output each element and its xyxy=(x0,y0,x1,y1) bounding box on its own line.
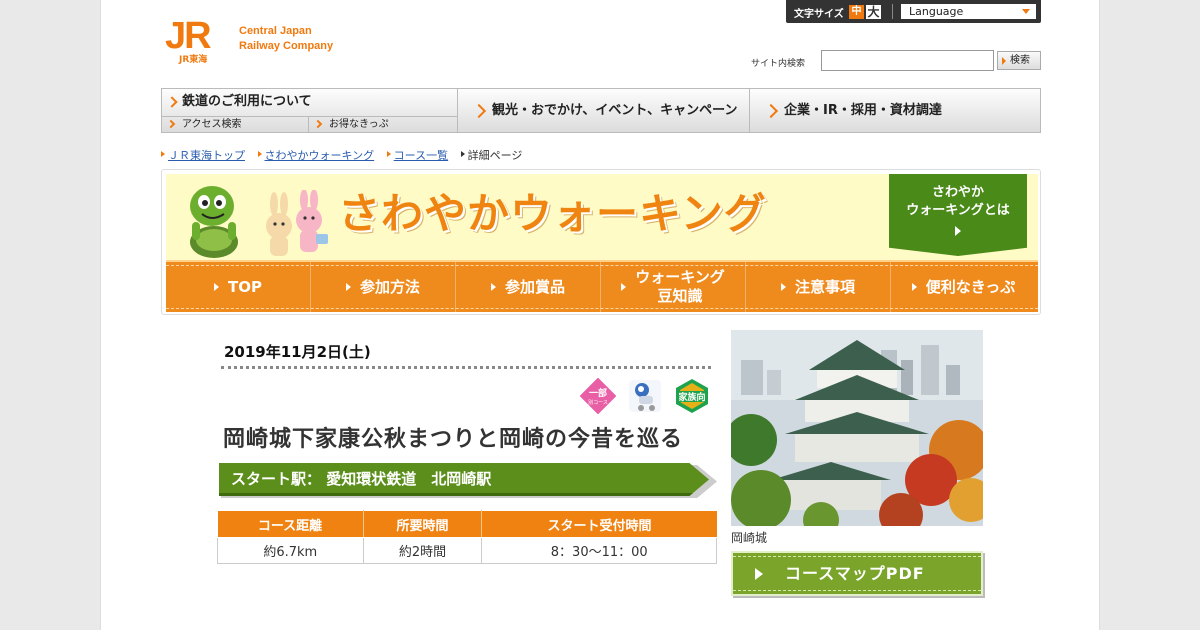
course-title: 岡崎城下家康公秋まつりと岡崎の今昔を巡る xyxy=(223,427,684,452)
dotted-divider xyxy=(221,366,711,369)
jr-central-logo[interactable]: JR JR東海 Central Japan Railway Company xyxy=(165,16,355,66)
tab-tickets[interactable]: 便利なきっぷ xyxy=(891,262,1036,312)
utility-divider xyxy=(892,4,893,19)
jr-logo-mark: JR xyxy=(165,15,212,57)
arrow-right-icon xyxy=(214,283,219,291)
search-button[interactable]: 検索 xyxy=(997,51,1041,70)
about-walking-button[interactable]: さわやか ウォーキングとは xyxy=(889,174,1027,256)
font-size-large-button[interactable]: 大 xyxy=(866,5,881,19)
font-size-medium-button[interactable]: 中 xyxy=(849,5,864,19)
tab-walking-tips-line2: 豆知識 xyxy=(657,287,703,305)
nav-tourism-events[interactable]: 観光・おでかけ、イベント、キャンペーン xyxy=(458,89,750,132)
nav-corporate[interactable]: 企業・IR・採用・資材調達 xyxy=(750,89,1040,132)
about-walking-line2: ウォーキングとは xyxy=(906,203,1010,218)
family-badge-icon: 家族向 xyxy=(676,379,708,413)
nav-railway-usage[interactable]: 鉄道のご利用について xyxy=(162,89,458,117)
breadcrumb-current: 詳細ページ xyxy=(460,147,522,163)
rabbit-mascots-icon xyxy=(266,190,328,256)
breadcrumb-jr-top[interactable]: ＪＲ東海トップ xyxy=(161,147,245,163)
tab-prizes[interactable]: 参加賞品 xyxy=(456,262,601,312)
header-duration: 所要時間 xyxy=(363,510,483,538)
course-map-pdf-button[interactable]: コースマップPDF xyxy=(731,551,983,596)
header-distance: コース距離 xyxy=(217,510,364,538)
breadcrumb-walking[interactable]: さわやかウォーキング xyxy=(257,147,374,163)
site-search-input[interactable] xyxy=(821,50,994,71)
page-container: JR JR東海 Central Japan Railway Company 文字… xyxy=(100,0,1100,630)
jr-tokai-label: JR東海 xyxy=(179,55,208,65)
company-name-line2: Railway Company xyxy=(239,40,334,52)
nav-access-search[interactable]: アクセス検索 xyxy=(162,117,309,133)
table-row: 約6.7km 約2時間 8：30～11：00 xyxy=(217,537,717,564)
table-header-row: コース距離 所要時間 スタート受付時間 xyxy=(217,510,717,538)
font-size-label: 文字サイズ xyxy=(794,9,844,20)
nav-discount-tickets[interactable]: お得なきっぷ xyxy=(309,117,458,133)
course-info-table: コース距離 所要時間 スタート受付時間 約6.7km 約2時間 8：30～11：… xyxy=(217,510,717,564)
global-nav: 鉄道のご利用について アクセス検索 お得なきっぷ 観光・おでかけ、イベント、キャ… xyxy=(161,88,1041,133)
turtle-mascot-icon xyxy=(190,186,238,258)
family-badge-label: 家族向 xyxy=(678,391,705,403)
cell-start-time: 8：30～11：00 xyxy=(481,537,717,564)
tab-walking-tips-line1: ウォーキング xyxy=(635,268,725,286)
partial-course-badge-top: 一部 xyxy=(589,387,607,399)
arrow-right-icon xyxy=(780,283,786,291)
site-search-label: サイト内検索 xyxy=(751,59,806,69)
language-select-label: Language xyxy=(909,5,964,18)
start-station-bar: スタート駅： 愛知環状鉄道 北岡崎駅 xyxy=(219,463,709,496)
tab-tickets-label: 便利なきっぷ xyxy=(925,277,1016,296)
arrow-right-icon xyxy=(490,283,496,291)
tab-top[interactable]: TOP xyxy=(166,262,311,312)
company-name: Central Japan Railway Company xyxy=(239,24,333,54)
arrow-right-icon xyxy=(621,283,627,291)
tab-notes[interactable]: 注意事項 xyxy=(746,262,891,312)
tab-prizes-label: 参加賞品 xyxy=(504,277,565,296)
banner-title: さわやかウォーキング xyxy=(338,189,767,238)
tab-notes-label: 注意事項 xyxy=(794,277,855,296)
partial-course-badge-bottom: 別コース xyxy=(588,399,608,406)
cell-duration: 約2時間 xyxy=(362,537,483,564)
about-walking-line1: さわやか xyxy=(931,185,984,200)
header-start-time: スタート受付時間 xyxy=(481,510,717,538)
stroller-badge-icon xyxy=(629,380,661,412)
tab-walking-tips-label: ウォーキング 豆知識 xyxy=(635,268,725,306)
tab-how-to-join-label: 参加方法 xyxy=(359,277,420,296)
utility-bar: 文字サイズ 中 大 Language xyxy=(786,0,1041,23)
arrow-right-icon xyxy=(755,568,763,580)
breadcrumb: ＪＲ東海トップ さわやかウォーキング コース一覧 詳細ページ xyxy=(161,147,531,163)
tab-top-label: TOP xyxy=(228,277,262,296)
photo-caption: 岡崎城 xyxy=(731,531,768,545)
arrow-right-icon xyxy=(955,226,961,236)
walking-banner: さわやかウォーキング さわやか ウォーキングとは TOP 参加方法 参加賞品 ウ… xyxy=(161,169,1041,315)
tab-how-to-join[interactable]: 参加方法 xyxy=(311,262,456,312)
banner-header: さわやかウォーキング さわやか ウォーキングとは xyxy=(166,174,1038,260)
chevron-down-icon xyxy=(1022,9,1030,14)
arrow-right-icon xyxy=(911,283,917,291)
cell-distance: 約6.7km xyxy=(217,537,364,564)
arrow-right-icon xyxy=(345,283,351,291)
walking-tab-bar: TOP 参加方法 参加賞品 ウォーキング 豆知識 注意事項 便利なきっぷ xyxy=(166,260,1038,312)
tab-walking-tips[interactable]: ウォーキング 豆知識 xyxy=(601,262,746,312)
breadcrumb-course-list[interactable]: コース一覧 xyxy=(386,147,448,163)
company-name-line1: Central Japan xyxy=(239,25,312,37)
okazaki-castle-photo xyxy=(731,330,983,526)
event-date: 2019年11月2日(土) xyxy=(224,343,371,361)
language-select[interactable]: Language xyxy=(901,4,1036,19)
course-map-pdf-label: コースマップPDF xyxy=(785,564,925,583)
partial-course-badge-icon: 一部 別コース xyxy=(580,378,616,414)
